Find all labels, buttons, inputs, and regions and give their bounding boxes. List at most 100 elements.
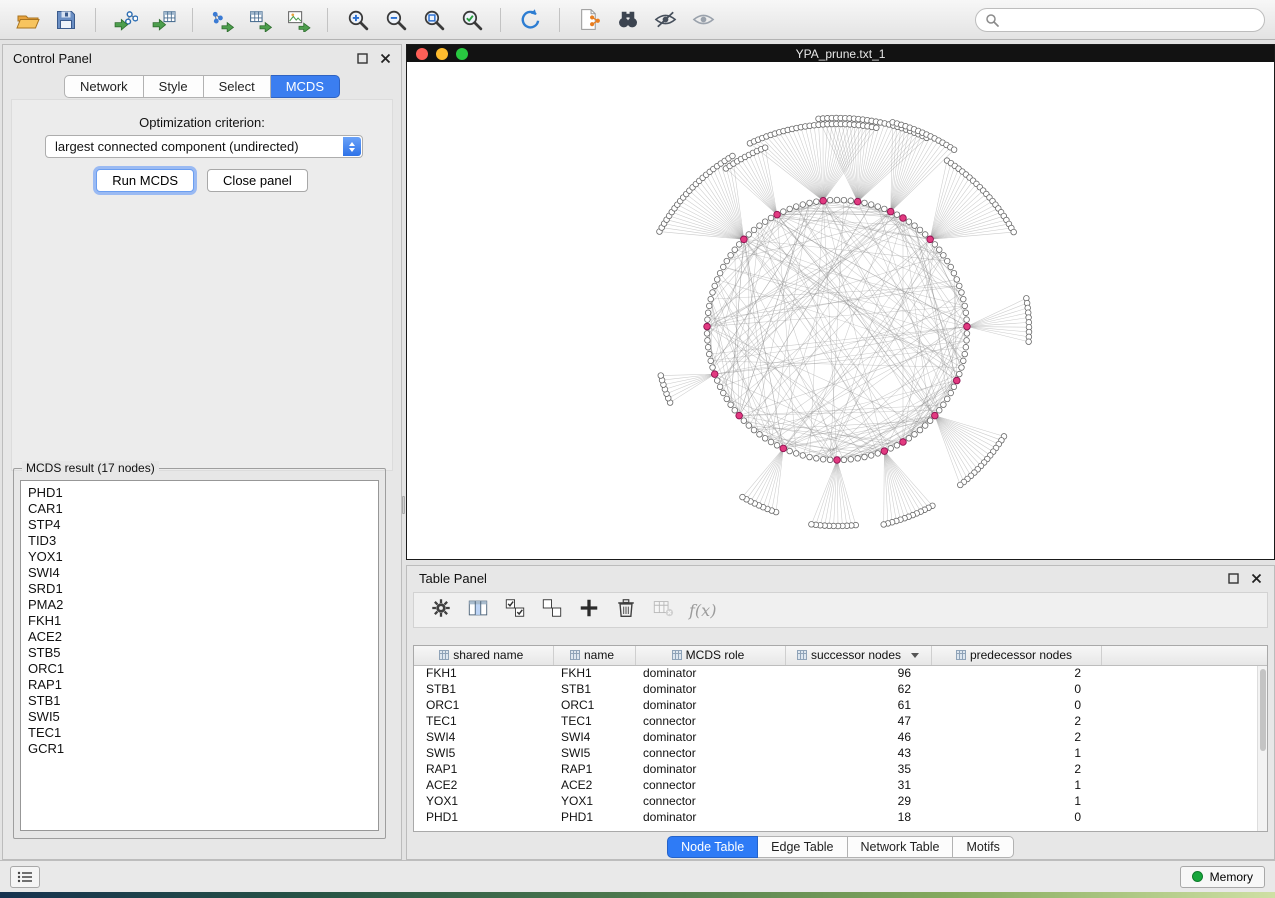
memory-button[interactable]: Memory	[1180, 866, 1265, 888]
import-network-button[interactable]	[107, 5, 143, 35]
tab-network-table[interactable]: Network Table	[848, 836, 954, 858]
mcds-result-item[interactable]: STB5	[28, 645, 371, 661]
search-input[interactable]	[1005, 13, 1255, 27]
tab-motifs[interactable]: Motifs	[953, 836, 1013, 858]
minimize-window-icon[interactable]	[436, 48, 448, 60]
close-panel-icon[interactable]	[1251, 573, 1262, 584]
table-scrollbar[interactable]	[1257, 666, 1267, 831]
mcds-result-item[interactable]: STP4	[28, 517, 371, 533]
import-table-button[interactable]	[145, 5, 181, 35]
add-row-button[interactable]	[578, 597, 600, 624]
mcds-result-groupbox: MCDS result (17 nodes) PHD1CAR1STP4TID3Y…	[13, 468, 386, 839]
delete-row-button[interactable]	[615, 597, 637, 624]
open-folder-button[interactable]	[10, 5, 46, 35]
export-image-button[interactable]	[280, 5, 316, 35]
table-row[interactable]: FKH1FKH1dominator962	[414, 665, 1267, 681]
mcds-result-item[interactable]: ACE2	[28, 629, 371, 645]
refresh-icon	[518, 7, 543, 32]
share-document-button[interactable]	[571, 5, 607, 35]
column-header-predecessor-nodes[interactable]: predecessor nodes	[931, 646, 1101, 665]
export-table-button[interactable]	[242, 5, 278, 35]
desktop-background-strip	[0, 892, 1275, 898]
hide-selected-button[interactable]	[647, 5, 683, 35]
float-panel-icon[interactable]	[1228, 573, 1239, 584]
mcds-result-item[interactable]: SRD1	[28, 581, 371, 597]
column-header-shared-name[interactable]: shared name	[414, 646, 553, 665]
optimization-dropdown[interactable]: largest connected component (undirected)	[45, 135, 363, 158]
select-all-button[interactable]	[504, 597, 526, 624]
sort-icon	[797, 650, 807, 660]
float-panel-icon[interactable]	[357, 53, 368, 64]
memory-label: Memory	[1210, 870, 1253, 884]
table-panel-title: Table Panel	[419, 571, 487, 586]
tab-select[interactable]: Select	[204, 75, 271, 98]
import-table-disabled-button	[652, 597, 674, 624]
mcds-result-list[interactable]: PHD1CAR1STP4TID3YOX1SWI4SRD1PMA2FKH1ACE2…	[20, 480, 379, 831]
zoom-fit-button[interactable]	[415, 5, 451, 35]
mcds-result-item[interactable]: PHD1	[28, 485, 371, 501]
table-disabled-icon	[652, 597, 674, 619]
table-row[interactable]: STB1STB1dominator620	[414, 681, 1267, 697]
table-tabs: Node TableEdge TableNetwork TableMotifs	[407, 836, 1274, 858]
list-icon	[17, 870, 33, 884]
tab-edge-table[interactable]: Edge Table	[758, 836, 847, 858]
scrollbar-thumb[interactable]	[1260, 669, 1266, 751]
show-columns-button[interactable]	[467, 597, 489, 624]
run-mcds-button[interactable]: Run MCDS	[96, 169, 194, 192]
column-header-successor-nodes[interactable]: successor nodes	[785, 646, 931, 665]
zoom-in-button[interactable]	[339, 5, 375, 35]
network-canvas[interactable]	[407, 62, 1274, 559]
mcds-result-item[interactable]: SWI5	[28, 709, 371, 725]
table-panel-header: Table Panel	[407, 566, 1274, 590]
mcds-result-item[interactable]: RAP1	[28, 677, 371, 693]
tab-network[interactable]: Network	[64, 75, 144, 98]
function-builder-button[interactable]: f(x)	[689, 601, 716, 620]
table-settings-button[interactable]	[430, 597, 452, 624]
mcds-result-item[interactable]: SWI4	[28, 565, 371, 581]
mcds-result-item[interactable]: PMA2	[28, 597, 371, 613]
column-header-name[interactable]: name	[553, 646, 635, 665]
table-row[interactable]: RAP1RAP1dominator352	[414, 761, 1267, 777]
table-row[interactable]: SWI4SWI4dominator462	[414, 729, 1267, 745]
plus-icon	[578, 597, 600, 619]
table-row[interactable]: ORC1ORC1dominator610	[414, 697, 1267, 713]
unselect-all-button[interactable]	[541, 597, 563, 624]
mcds-result-item[interactable]: STB1	[28, 693, 371, 709]
zoom-out-button[interactable]	[377, 5, 413, 35]
table-row[interactable]: ACE2ACE2connector311	[414, 777, 1267, 793]
table-row[interactable]: PHD1PHD1dominator180	[414, 809, 1267, 825]
mcds-result-item[interactable]: YOX1	[28, 549, 371, 565]
table-row[interactable]: YOX1YOX1connector291	[414, 793, 1267, 809]
mcds-result-item[interactable]: TID3	[28, 533, 371, 549]
mcds-result-item[interactable]: ORC1	[28, 661, 371, 677]
save-button[interactable]	[48, 5, 84, 35]
mcds-result-item[interactable]: CAR1	[28, 501, 371, 517]
export-table-icon	[248, 7, 273, 32]
close-window-icon[interactable]	[416, 48, 428, 60]
show-all-button[interactable]	[685, 5, 721, 35]
dropdown-stepper-icon	[343, 137, 361, 156]
tab-node-table[interactable]: Node Table	[667, 836, 758, 858]
column-header-MCDS-role[interactable]: MCDS role	[635, 646, 785, 665]
table-row[interactable]: TEC1TEC1connector472	[414, 713, 1267, 729]
show-panels-button[interactable]	[10, 866, 40, 888]
memory-status-icon	[1192, 871, 1203, 882]
mcds-result-item[interactable]: FKH1	[28, 613, 371, 629]
mcds-result-item[interactable]: TEC1	[28, 725, 371, 741]
maximize-window-icon[interactable]	[456, 48, 468, 60]
zoom-selected-button[interactable]	[453, 5, 489, 35]
vertical-splitter-handle[interactable]	[402, 496, 405, 514]
mcds-result-item[interactable]: GCR1	[28, 741, 371, 757]
close-panel-icon[interactable]	[380, 53, 391, 64]
close-panel-button[interactable]: Close panel	[207, 169, 308, 192]
tab-mcds[interactable]: MCDS	[271, 75, 340, 98]
refresh-button[interactable]	[512, 5, 548, 35]
table-row[interactable]: SWI5SWI5connector431	[414, 745, 1267, 761]
export-network-button[interactable]	[204, 5, 240, 35]
tab-style[interactable]: Style	[144, 75, 204, 98]
network-graph[interactable]	[407, 62, 1274, 559]
control-panel-header: Control Panel	[3, 45, 401, 71]
search-binoculars-button[interactable]	[609, 5, 645, 35]
search-box[interactable]	[975, 8, 1265, 32]
toolbar-separator	[327, 8, 328, 32]
